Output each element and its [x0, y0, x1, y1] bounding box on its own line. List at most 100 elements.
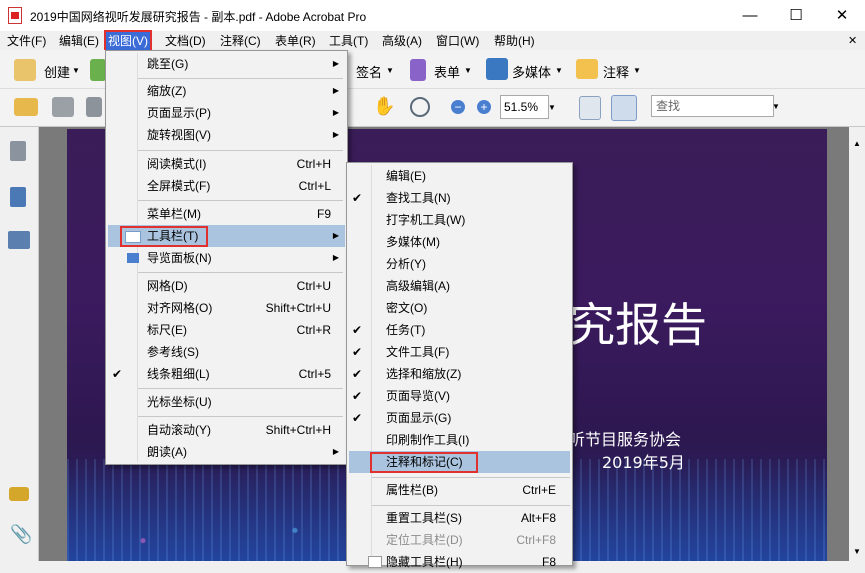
- fit-page-icon[interactable]: [611, 95, 637, 121]
- view-menu-page-display[interactable]: 页面显示(P) ▶: [108, 102, 345, 124]
- view-menu-grid[interactable]: 网格(D) Ctrl+U: [108, 275, 345, 297]
- view-menu-snap-to-grid[interactable]: 对齐网格(O) Shift+Ctrl+U: [108, 297, 345, 319]
- comments-icon[interactable]: [9, 487, 29, 501]
- marquee-zoom-icon[interactable]: [410, 97, 430, 117]
- toolbar-hide[interactable]: 隐藏工具栏(H) F8: [349, 551, 570, 573]
- chevron-down-icon[interactable]: ▼: [72, 66, 80, 75]
- attachments-icon[interactable]: 📎: [10, 524, 32, 545]
- open-folder-icon[interactable]: [14, 98, 38, 116]
- find-dropdown-icon[interactable]: ▼: [772, 102, 780, 111]
- menu-item-shortcut: Ctrl+L: [298, 179, 331, 193]
- menu-item-label: 跳至(G): [147, 57, 189, 71]
- zoom-dropdown-icon[interactable]: ▼: [548, 103, 556, 112]
- toolbar-print-production[interactable]: 印刷制作工具(I): [349, 429, 570, 451]
- find-input[interactable]: 查找: [651, 95, 774, 117]
- zoom-input[interactable]: 51.5%: [500, 95, 549, 119]
- submenu-arrow-icon: ▶: [332, 86, 339, 95]
- menu-view[interactable]: 视图(V): [104, 30, 152, 52]
- zoom-out-icon[interactable]: −: [451, 100, 465, 114]
- zoom-in-icon[interactable]: +: [477, 100, 491, 114]
- print-icon[interactable]: [52, 97, 74, 117]
- toolbar-reset[interactable]: 重置工具栏(S) Alt+F8: [349, 507, 570, 529]
- comment-button[interactable]: 注释: [603, 62, 629, 81]
- hand-tool-icon[interactable]: ✋: [373, 96, 395, 117]
- chevron-down-icon[interactable]: ▼: [633, 66, 641, 75]
- pdf-file-icon: [8, 7, 22, 24]
- toolbar-select-zoom[interactable]: ✔ 选择和缩放(Z): [349, 363, 570, 385]
- form-button[interactable]: 表单: [434, 62, 460, 81]
- menu-edit[interactable]: 编辑(E): [57, 32, 101, 50]
- view-menu-reading-mode[interactable]: 阅读模式(I) Ctrl+H: [108, 153, 345, 175]
- chevron-down-icon[interactable]: ▼: [386, 66, 394, 75]
- view-menu-full-screen[interactable]: 全屏模式(F) Ctrl+L: [108, 175, 345, 197]
- menu-tools[interactable]: 工具(T): [327, 32, 370, 50]
- menu-file[interactable]: 文件(F): [5, 32, 48, 50]
- combine-icon[interactable]: [90, 59, 106, 81]
- bookmarks-icon[interactable]: [10, 187, 26, 207]
- menu-comment[interactable]: 注释(C): [218, 32, 263, 50]
- scroll-up-icon[interactable]: ▲: [853, 139, 861, 148]
- toolbar-page-navigation[interactable]: ✔ 页面导览(V): [349, 385, 570, 407]
- maximize-button[interactable]: ☐: [773, 0, 819, 31]
- annotation-highlight-box: [120, 226, 208, 247]
- menu-item-label: 属性栏(B): [386, 483, 438, 497]
- vertical-scrollbar[interactable]: ▲ ▼: [849, 127, 865, 561]
- menu-form[interactable]: 表单(R): [273, 32, 318, 50]
- checkmark-icon: ✔: [352, 389, 363, 403]
- view-menu: 跳至(G) ▶ 缩放(Z) ▶ 页面显示(P) ▶ 旋转视图(V) ▶ 阅读模式…: [105, 50, 348, 465]
- toolbar-properties-bar[interactable]: 属性栏(B) Ctrl+E: [349, 479, 570, 501]
- create-button[interactable]: 创建: [44, 62, 70, 81]
- view-menu-rotate[interactable]: 旋转视图(V) ▶: [108, 124, 345, 146]
- toolbar-find[interactable]: ✔ 查找工具(N): [349, 187, 570, 209]
- menu-item-shortcut: Shift+Ctrl+U: [265, 301, 331, 315]
- multimedia-button[interactable]: 多媒体: [512, 62, 551, 81]
- view-menu-zoom[interactable]: 缩放(Z) ▶: [108, 80, 345, 102]
- menu-item-label: 页面显示(P): [147, 106, 211, 120]
- menu-item-label: 定位工具栏(D): [386, 533, 463, 547]
- menu-item-shortcut: Ctrl+F8: [516, 533, 556, 547]
- sign-button[interactable]: 签名: [356, 62, 382, 81]
- menu-item-label: 全屏模式(F): [147, 179, 211, 193]
- view-menu-line-weights[interactable]: ✔ 线条粗细(L) Ctrl+5: [108, 363, 345, 385]
- menu-document[interactable]: 文档(D): [163, 32, 208, 50]
- view-menu-guides[interactable]: 参考线(S): [108, 341, 345, 363]
- close-button[interactable]: ✕: [819, 0, 865, 31]
- toolbar-analysis[interactable]: 分析(Y): [349, 253, 570, 275]
- close-document-icon[interactable]: ✕: [848, 34, 857, 47]
- menu-item-label: 导览面板(N): [147, 251, 212, 265]
- view-menu-menubar[interactable]: 菜单栏(M) F9: [108, 203, 345, 225]
- menu-item-label: 分析(Y): [386, 257, 426, 271]
- toolbar-multimedia[interactable]: 多媒体(M): [349, 231, 570, 253]
- view-menu-read-out-loud[interactable]: 朗读(A) ▶: [108, 441, 345, 463]
- menu-window[interactable]: 窗口(W): [434, 32, 481, 50]
- chevron-down-icon[interactable]: ▼: [555, 66, 563, 75]
- toolbar-typewriter[interactable]: 打字机工具(W): [349, 209, 570, 231]
- fit-width-icon[interactable]: [579, 96, 601, 120]
- menu-item-shortcut: Shift+Ctrl+H: [265, 423, 331, 437]
- toolbar-page-display[interactable]: ✔ 页面显示(G): [349, 407, 570, 429]
- toolbar-tasks[interactable]: ✔ 任务(T): [349, 319, 570, 341]
- toolbar-redaction[interactable]: 密文(O): [349, 297, 570, 319]
- view-menu-goto[interactable]: 跳至(G) ▶: [108, 53, 345, 75]
- toolbar-file[interactable]: ✔ 文件工具(F): [349, 341, 570, 363]
- view-menu-navigation-panels[interactable]: 导览面板(N) ▶: [108, 247, 345, 269]
- menu-item-shortcut: Ctrl+U: [296, 279, 331, 293]
- minimize-button[interactable]: —: [727, 0, 773, 31]
- pages-icon[interactable]: [10, 141, 26, 161]
- scroll-down-icon[interactable]: ▼: [853, 547, 861, 556]
- save-icon[interactable]: [86, 97, 102, 117]
- checkmark-icon: ✔: [352, 191, 363, 205]
- toolbar-advanced-editing[interactable]: 高级编辑(A): [349, 275, 570, 297]
- menu-bar: 文件(F) 编辑(E) 视图(V) 文档(D) 注释(C) 表单(R) 工具(T…: [0, 30, 865, 52]
- signatures-icon[interactable]: [8, 231, 30, 249]
- menu-item-label: 参考线(S): [147, 345, 199, 359]
- menu-help[interactable]: 帮助(H): [492, 32, 537, 50]
- menu-item-label: 任务(T): [386, 323, 426, 337]
- checkmark-icon: ✔: [352, 323, 363, 337]
- view-menu-auto-scroll[interactable]: 自动滚动(Y) Shift+Ctrl+H: [108, 419, 345, 441]
- view-menu-cursor-coordinates[interactable]: 光标坐标(U): [108, 391, 345, 413]
- menu-advanced[interactable]: 高级(A): [380, 32, 424, 50]
- view-menu-rulers[interactable]: 标尺(E) Ctrl+R: [108, 319, 345, 341]
- toolbar-edit[interactable]: 编辑(E): [349, 165, 570, 187]
- chevron-down-icon[interactable]: ▼: [464, 66, 472, 75]
